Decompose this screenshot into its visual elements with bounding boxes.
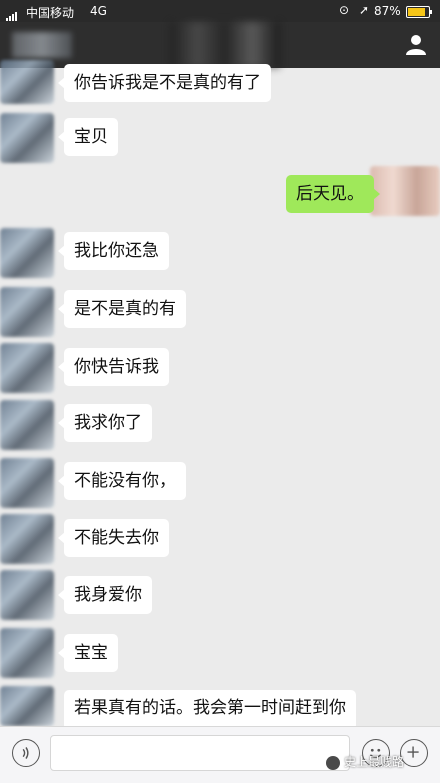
rotation-lock-icon: ⊙: [339, 3, 350, 17]
message-bubble: 不能没有你，: [58, 462, 186, 500]
avatar[interactable]: [0, 113, 54, 163]
message-bubble-sent: 后天见。: [286, 175, 380, 213]
battery-icon: [406, 6, 432, 18]
message-bubble: 是不是真的有: [58, 290, 186, 328]
message-input[interactable]: [50, 735, 350, 771]
avatar[interactable]: [0, 686, 54, 726]
plus-icon[interactable]: [400, 739, 428, 767]
chat-title: [170, 22, 280, 68]
battery-fill: [408, 8, 426, 16]
input-bar: 史上最贱路: [0, 726, 440, 783]
avatar[interactable]: [0, 287, 54, 337]
person-icon[interactable]: [404, 33, 428, 57]
message-bubble: 宝宝: [58, 634, 118, 672]
watermark-logo-icon: [326, 755, 340, 770]
message-bubble: 若果真有的话。我会第一时间赶到你: [64, 690, 356, 730]
avatar[interactable]: [0, 458, 54, 508]
network-label: 4G: [90, 4, 107, 18]
avatar[interactable]: [0, 628, 54, 678]
signal-icon: [6, 7, 18, 21]
watermark-text: 史上最贱路: [344, 755, 405, 769]
status-bar: 中国移动 4G ⊙ ➚ 87%: [0, 0, 440, 22]
message-bubble: 宝贝: [58, 118, 118, 156]
chat-header: [0, 22, 440, 68]
avatar[interactable]: [0, 400, 54, 450]
message-bubble: 不能失去你: [58, 519, 169, 557]
avatar[interactable]: [0, 60, 54, 104]
avatar[interactable]: [370, 166, 440, 216]
location-icon: ➚: [359, 3, 370, 17]
back-button[interactable]: [12, 32, 72, 58]
message-bubble: 我身爱你: [58, 576, 152, 614]
avatar[interactable]: [0, 514, 54, 564]
message-bubble: 我求你了: [58, 404, 152, 442]
carrier-label: 中国移动: [26, 6, 75, 20]
message-bubble: 你快告诉我: [58, 348, 169, 386]
voice-icon[interactable]: [12, 739, 40, 767]
message-bubble: 你告诉我是不是真的有了: [58, 64, 271, 102]
battery-percent: 87%: [374, 4, 401, 18]
avatar[interactable]: [0, 228, 54, 278]
avatar[interactable]: [0, 343, 54, 393]
message-bubble: 我比你还急: [58, 232, 169, 270]
watermark: 史上最贱路: [326, 753, 404, 770]
avatar[interactable]: [0, 570, 54, 620]
